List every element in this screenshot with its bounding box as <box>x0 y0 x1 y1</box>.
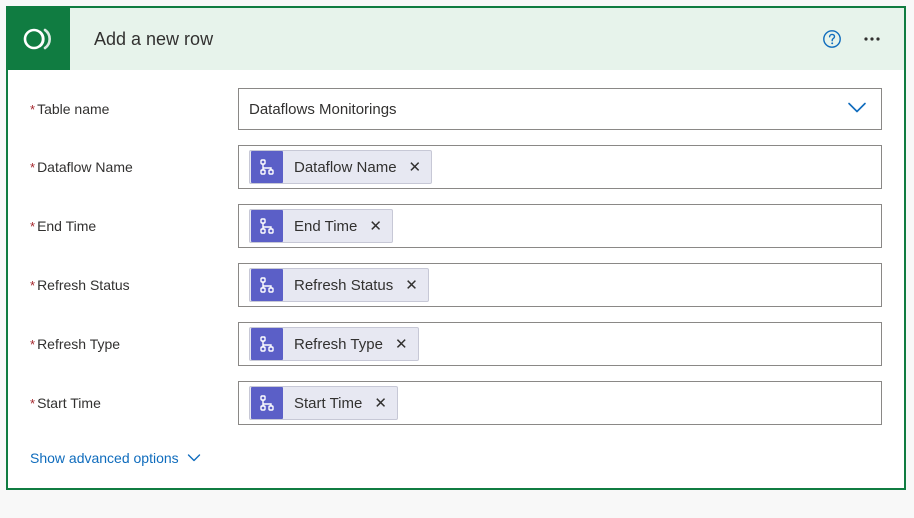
field-row-refresh-type: * Refresh Type Refresh Type ✕ <box>30 322 882 366</box>
required-indicator: * <box>30 396 35 411</box>
label-refresh-status: * Refresh Status <box>30 277 238 293</box>
end-time-input[interactable]: End Time ✕ <box>238 204 882 248</box>
token-label: Start Time <box>294 395 362 412</box>
token-label: Dataflow Name <box>294 159 397 176</box>
label-text: Refresh Type <box>37 336 120 352</box>
show-advanced-options-link[interactable]: Show advanced options <box>30 450 201 466</box>
chevron-down-icon <box>847 101 867 118</box>
token-label: Refresh Status <box>294 277 393 294</box>
dataflow-name-input[interactable]: Dataflow Name ✕ <box>238 145 882 189</box>
more-button[interactable] <box>856 23 888 55</box>
card-header[interactable]: Add a new row <box>8 8 904 70</box>
ellipsis-icon <box>862 29 882 49</box>
token-refresh-status[interactable]: Refresh Status ✕ <box>249 268 429 302</box>
token-refresh-type[interactable]: Refresh Type ✕ <box>249 327 419 361</box>
card-body: * Table name Dataflows Monitorings * Dat… <box>8 70 904 488</box>
connector-icon <box>8 8 70 70</box>
card-title: Add a new row <box>94 29 816 50</box>
field-row-refresh-status: * Refresh Status Refresh Status ✕ <box>30 263 882 307</box>
token-remove-button[interactable]: ✕ <box>405 160 426 175</box>
field-row-dataflow-name: * Dataflow Name Dataflow Name ✕ <box>30 145 882 189</box>
dynamic-content-icon <box>251 328 283 360</box>
required-indicator: * <box>30 160 35 175</box>
required-indicator: * <box>30 219 35 234</box>
start-time-input[interactable]: Start Time ✕ <box>238 381 882 425</box>
dynamic-content-icon <box>251 210 283 242</box>
token-remove-button[interactable]: ✕ <box>365 219 386 234</box>
label-refresh-type: * Refresh Type <box>30 336 238 352</box>
token-remove-button[interactable]: ✕ <box>391 337 412 352</box>
label-start-time: * Start Time <box>30 395 238 411</box>
label-text: Table name <box>37 101 109 117</box>
label-text: Dataflow Name <box>37 159 133 175</box>
token-remove-button[interactable]: ✕ <box>370 396 391 411</box>
required-indicator: * <box>30 102 35 117</box>
dynamic-content-icon <box>251 151 283 183</box>
token-remove-button[interactable]: ✕ <box>401 278 422 293</box>
table-name-dropdown[interactable]: Dataflows Monitorings <box>238 88 882 130</box>
required-indicator: * <box>30 278 35 293</box>
help-button[interactable] <box>816 23 848 55</box>
label-text: Start Time <box>37 395 101 411</box>
label-table-name: * Table name <box>30 101 238 117</box>
dynamic-content-icon <box>251 387 283 419</box>
label-text: End Time <box>37 218 96 234</box>
field-row-end-time: * End Time End Time ✕ <box>30 204 882 248</box>
required-indicator: * <box>30 337 35 352</box>
advanced-options-label: Show advanced options <box>30 450 179 466</box>
label-text: Refresh Status <box>37 277 130 293</box>
token-start-time[interactable]: Start Time ✕ <box>249 386 398 420</box>
token-dataflow-name[interactable]: Dataflow Name ✕ <box>249 150 432 184</box>
label-dataflow-name: * Dataflow Name <box>30 159 238 175</box>
token-label: Refresh Type <box>294 336 383 353</box>
action-card: Add a new row * Table name Dataflow <box>6 6 906 490</box>
dropdown-value: Dataflows Monitorings <box>249 101 397 118</box>
refresh-type-input[interactable]: Refresh Type ✕ <box>238 322 882 366</box>
field-row-table-name: * Table name Dataflows Monitorings <box>30 88 882 130</box>
label-end-time: * End Time <box>30 218 238 234</box>
token-end-time[interactable]: End Time ✕ <box>249 209 393 243</box>
field-row-start-time: * Start Time Start Time ✕ <box>30 381 882 425</box>
token-label: End Time <box>294 218 357 235</box>
chevron-down-icon <box>187 453 201 463</box>
refresh-status-input[interactable]: Refresh Status ✕ <box>238 263 882 307</box>
dynamic-content-icon <box>251 269 283 301</box>
